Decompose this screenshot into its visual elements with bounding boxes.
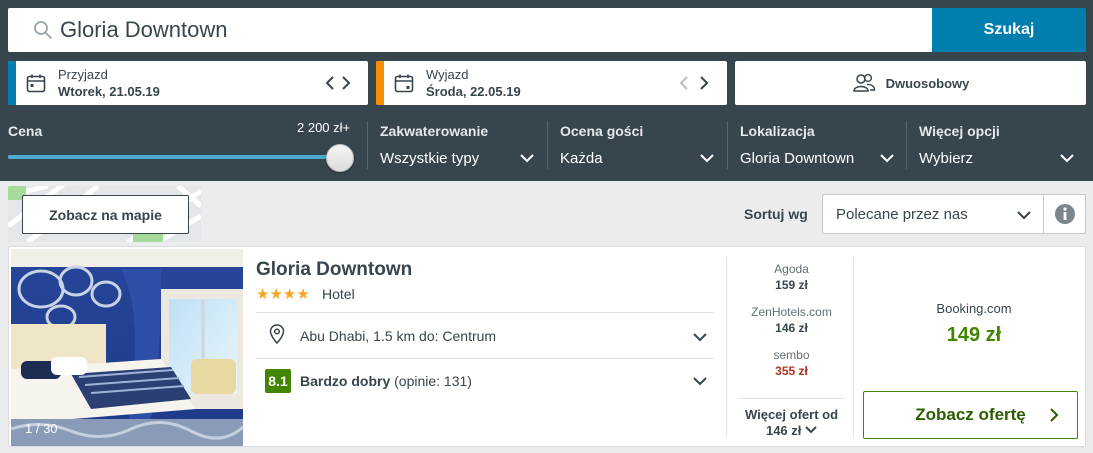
calendar-icon [26, 74, 46, 93]
sort-info-button[interactable] [1044, 194, 1086, 234]
price-slider-track[interactable] [8, 155, 338, 159]
hotel-name[interactable]: Gloria Downtown [256, 259, 412, 281]
rating-label: Bardzo dobry [300, 373, 391, 389]
offer-site: sembo [773, 348, 810, 362]
offer-item[interactable]: Agoda 159 zł [728, 262, 855, 292]
sort-label: Sortuj wg [744, 206, 808, 222]
offer-item[interactable]: sembo 355 zł [728, 348, 855, 378]
row-divider [256, 358, 714, 359]
rating-reviews: (opinie: 131) [394, 373, 472, 389]
more-options-filter[interactable]: Więcej opcji Wybierz [919, 120, 1077, 180]
chevron-right-icon [1050, 408, 1059, 422]
search-input[interactable] [60, 14, 920, 46]
best-deal-site: Booking.com [936, 301, 1012, 316]
checkout-date-field[interactable]: Wyjazd Środa, 22.05.19 [376, 61, 727, 105]
checkout-next-icon[interactable] [694, 73, 714, 93]
offer-site: Agoda [774, 262, 809, 276]
chevron-down-icon[interactable] [692, 373, 708, 389]
more-offers-toggle[interactable]: Więcej ofert od 146 zł [738, 398, 845, 439]
more-offers-price: 146 zł [765, 423, 802, 438]
guest-rating-filter[interactable]: Ocena gości Każda [560, 120, 716, 180]
checkout-accent [376, 61, 384, 105]
checkout-prev-icon[interactable] [674, 73, 694, 93]
star-rating: ★★★★ [256, 286, 310, 303]
sort-select[interactable]: Polecane przez nas [822, 194, 1044, 234]
photo-counter: 1 / 30 [25, 421, 58, 436]
filter-divider [367, 121, 368, 169]
filter-divider [906, 121, 907, 169]
checkin-date-field[interactable]: Przyjazd Wtorek, 21.05.19 [8, 61, 368, 105]
offer-price: 146 zł [775, 321, 808, 335]
filter-divider [727, 121, 728, 169]
view-deal-label: Zobacz ofertę [915, 405, 1026, 424]
column-divider [853, 257, 854, 438]
more-offers-label: Więcej ofert od [744, 407, 839, 422]
checkout-value: Środa, 22.05.19 [426, 84, 521, 99]
rating-summary[interactable]: Bardzo dobry (opinie: 131) [300, 373, 472, 389]
offer-site: ZenHotels.com [751, 305, 832, 319]
room-type-label: Dwuosobowy [885, 75, 970, 91]
column-divider [726, 257, 727, 438]
price-slider-fill [8, 155, 338, 159]
price-max-value: 2 200 zł+ [297, 120, 351, 135]
checkin-value: Wtorek, 21.05.19 [58, 84, 160, 99]
hotel-result-card: 1 / 30 Gloria Downtown ★★★★ Hotel Abu Dh… [8, 246, 1086, 447]
hotel-location[interactable]: Abu Dhabi, 1.5 km do: Centrum [300, 328, 496, 344]
offer-price: 159 zł [775, 278, 808, 292]
row-divider [256, 312, 714, 313]
search-box[interactable] [8, 8, 932, 52]
search-button[interactable]: Szukaj [932, 8, 1086, 52]
checkin-accent [8, 61, 16, 105]
checkout-label: Wyjazd [426, 67, 469, 82]
guests-icon [852, 73, 875, 92]
location-filter[interactable]: Lokalizacja Gloria Downtown [740, 120, 896, 180]
calendar-icon [394, 74, 414, 93]
accommodation-filter-label: Zakwaterowanie [380, 123, 489, 139]
chevron-down-icon [700, 154, 714, 163]
hotel-photo[interactable]: 1 / 30 [11, 249, 243, 446]
price-slider-handle[interactable] [326, 144, 354, 172]
chevron-down-icon [520, 154, 534, 163]
guest-rating-filter-value: Każda [560, 150, 603, 167]
filter-divider [547, 121, 548, 169]
checkin-next-icon[interactable] [336, 73, 356, 93]
location-filter-label: Lokalizacja [740, 123, 815, 139]
accommodation-filter-value: Wszystkie typy [380, 150, 480, 167]
price-filter-label: Cena [8, 123, 43, 139]
room-type-selector[interactable]: Dwuosobowy [735, 61, 1086, 105]
guest-rating-filter-label: Ocena gości [560, 123, 644, 139]
chevron-down-icon [880, 154, 894, 163]
more-options-filter-label: Więcej opcji [919, 123, 1000, 139]
best-deal-price: 149 zł [946, 324, 1002, 346]
hotel-room-photo [11, 249, 243, 446]
sort-select-value: Polecane przez nas [836, 206, 968, 223]
location-pin-icon [269, 324, 285, 344]
accommodation-filter[interactable]: Zakwaterowanie Wszystkie typy [380, 120, 536, 180]
more-options-filter-value: Wybierz [919, 150, 974, 167]
chevron-down-icon [1060, 154, 1074, 163]
chevron-down-icon[interactable] [692, 329, 708, 345]
chevron-down-icon [805, 426, 817, 434]
offer-item[interactable]: ZenHotels.com 146 zł [728, 305, 855, 335]
view-deal-button[interactable]: Zobacz ofertę [863, 391, 1078, 439]
offer-price: 355 zł [775, 364, 808, 378]
hotel-type: Hotel [322, 286, 355, 302]
search-icon [34, 21, 52, 39]
rating-score-badge: 8.1 [265, 369, 291, 393]
chevron-down-icon [1017, 211, 1031, 220]
info-icon [1054, 204, 1075, 224]
show-on-map-button[interactable]: Zobacz na mapie [22, 195, 189, 234]
location-filter-value: Gloria Downtown [740, 150, 855, 167]
checkin-label: Przyjazd [58, 67, 108, 82]
